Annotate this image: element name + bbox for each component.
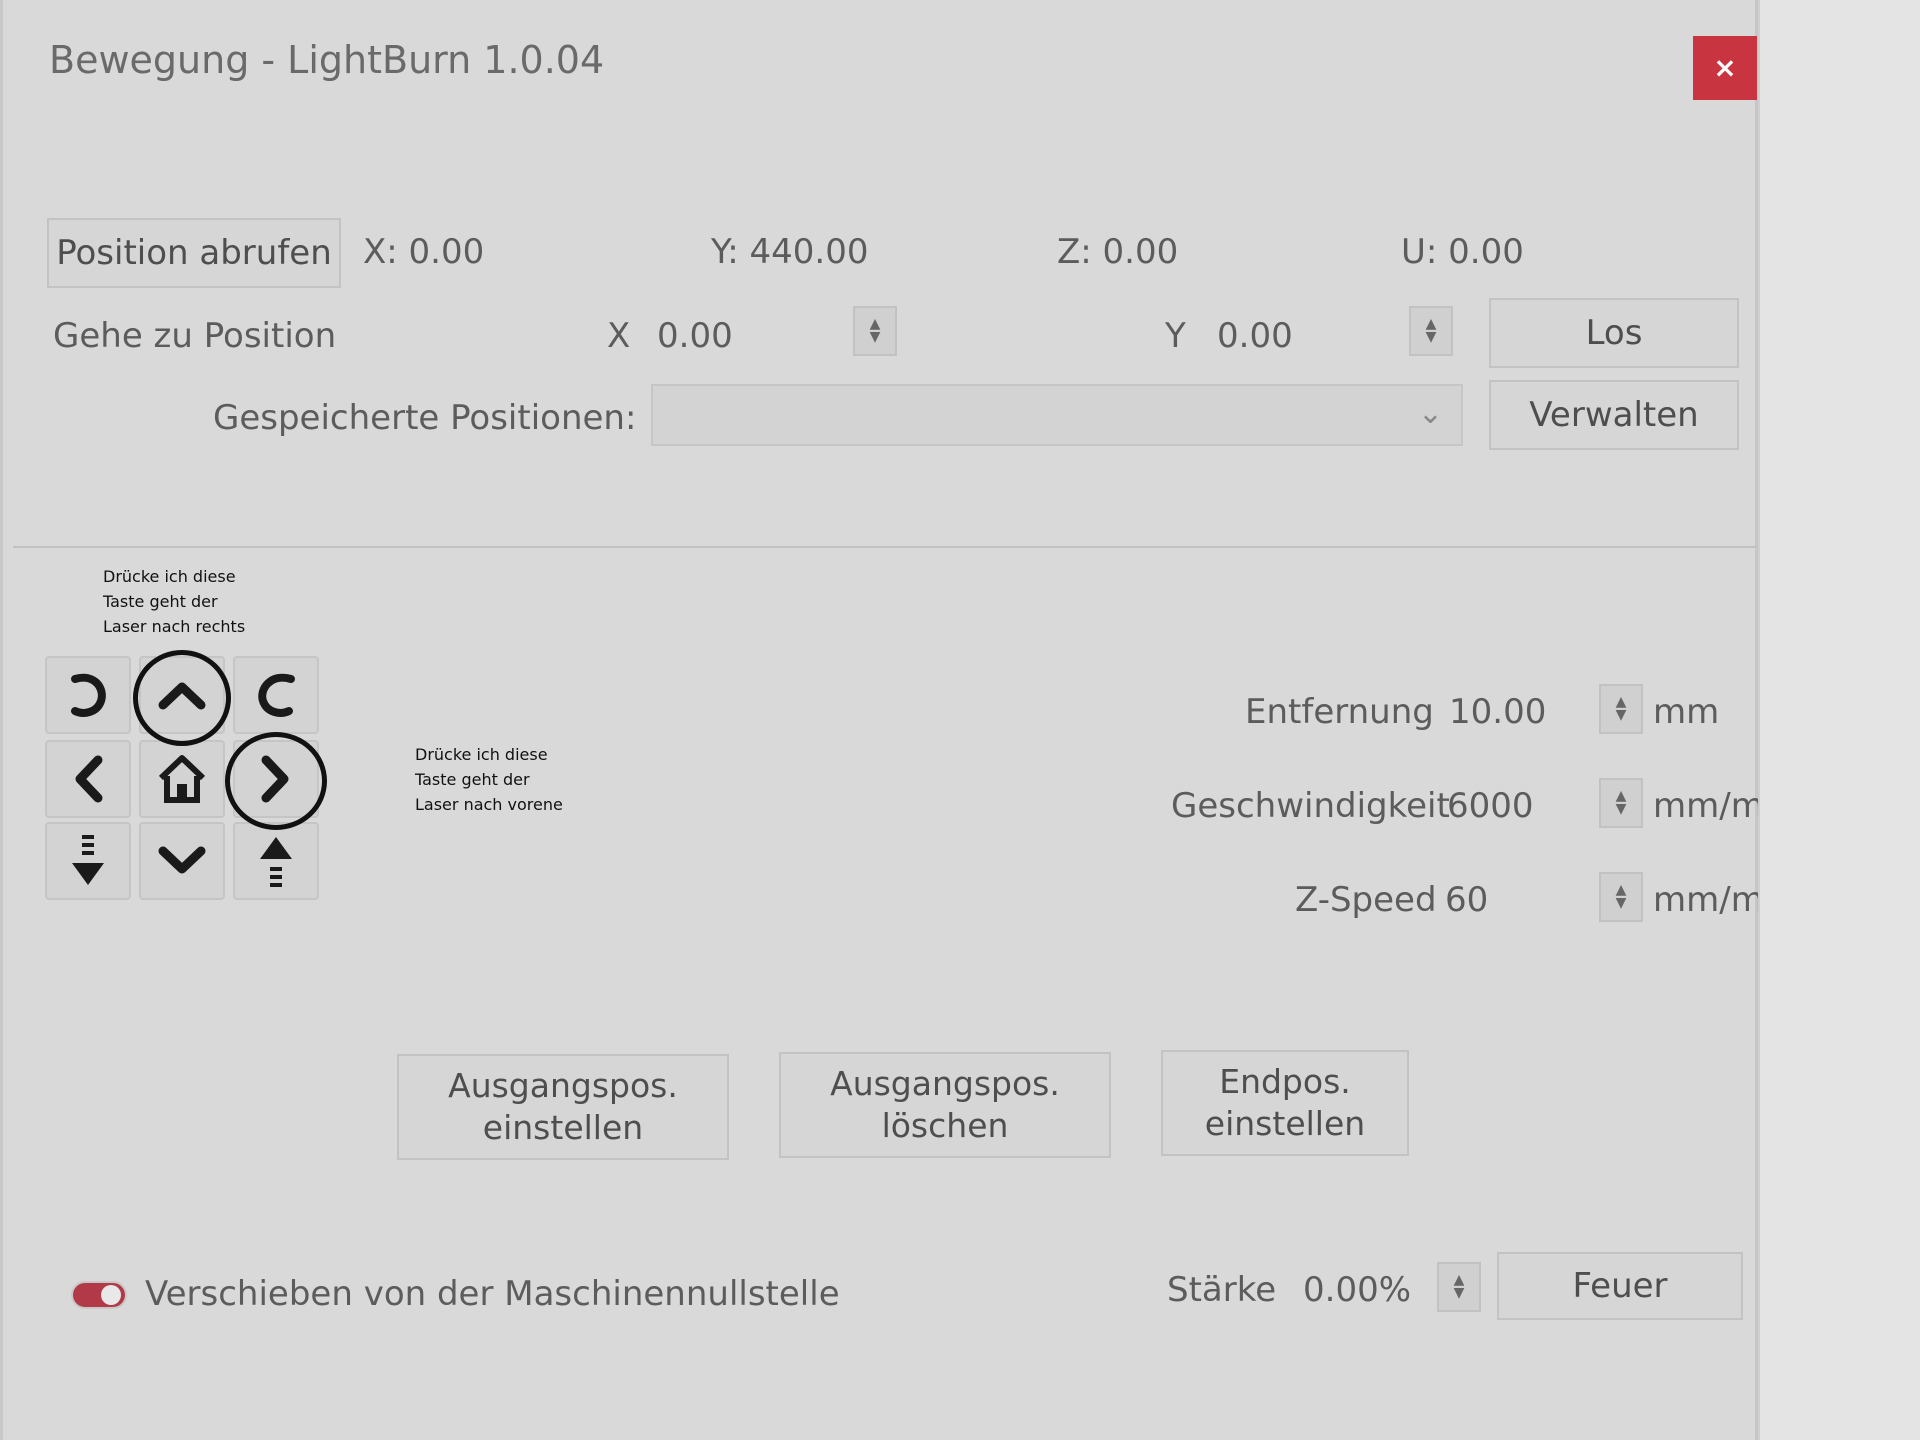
- position-z-readout: Z: 0.00: [1057, 232, 1179, 272]
- speed-label: Geschwindigkeit: [1171, 786, 1450, 826]
- rotate-cw-button[interactable]: [233, 656, 319, 734]
- annotation-circle-right: [225, 732, 327, 830]
- toggle-knob: [101, 1285, 121, 1305]
- goto-x-field[interactable]: 0.00: [657, 316, 733, 356]
- goto-x-spinner[interactable]: ▲ ▼: [853, 306, 897, 356]
- position-x-readout: X: 0.00: [363, 232, 485, 272]
- power-spinner[interactable]: ▲ ▼: [1437, 1262, 1481, 1312]
- fire-button[interactable]: Feuer: [1497, 1252, 1743, 1320]
- zspeed-field[interactable]: 60: [1445, 880, 1488, 920]
- go-button[interactable]: Los: [1489, 298, 1739, 368]
- move-window: Bewegung - LightBurn 1.0.04 × Position a…: [0, 0, 1764, 1440]
- annotation-up-text: Drücke ich diese Taste geht der Laser na…: [103, 567, 246, 636]
- set-origin-button[interactable]: Ausgangspos. einstellen: [397, 1054, 729, 1160]
- home-icon: [158, 755, 206, 803]
- spin-down-icon[interactable]: ▼: [1616, 708, 1627, 722]
- zspeed-label: Z-Speed: [1295, 880, 1437, 920]
- machine-zero-toggle[interactable]: [71, 1281, 127, 1309]
- get-position-button[interactable]: Position abrufen: [47, 218, 341, 288]
- spin-down-icon[interactable]: ▼: [1454, 1286, 1465, 1300]
- goto-y-field[interactable]: 0.00: [1217, 316, 1293, 356]
- clear-origin-button[interactable]: Ausgangspos. löschen: [779, 1052, 1111, 1158]
- position-y-readout: Y: 440.00: [711, 232, 869, 272]
- zspeed-spinner[interactable]: ▲ ▼: [1599, 872, 1643, 922]
- spin-down-icon[interactable]: ▼: [1616, 896, 1627, 910]
- goto-x-label: X: [607, 316, 631, 356]
- distance-unit: mm: [1653, 692, 1720, 732]
- window-title: Bewegung - LightBurn 1.0.04: [49, 38, 605, 82]
- goto-y-spinner[interactable]: ▲ ▼: [1409, 306, 1453, 356]
- speed-field[interactable]: 6000: [1447, 786, 1534, 826]
- distance-label: Entfernung: [1245, 692, 1434, 732]
- section-divider: [13, 546, 1758, 548]
- jog-down-button[interactable]: [139, 822, 225, 900]
- manage-button[interactable]: Verwalten: [1489, 380, 1739, 450]
- background-panel: [1758, 0, 1920, 1440]
- z-down-button[interactable]: [45, 822, 131, 900]
- z-up-button[interactable]: [233, 822, 319, 900]
- set-finish-button[interactable]: Endpos. einstellen: [1161, 1050, 1409, 1156]
- arrow-left-icon: [75, 755, 103, 803]
- saved-positions-select[interactable]: ⌄: [651, 384, 1463, 446]
- arrow-down-icon: [158, 846, 206, 874]
- rotate-ccw-button[interactable]: [45, 656, 131, 734]
- chevron-down-icon: ⌄: [1417, 396, 1443, 431]
- distance-spinner[interactable]: ▲ ▼: [1599, 684, 1643, 734]
- rotate-cw-icon: [258, 673, 295, 717]
- power-label: Stärke: [1167, 1270, 1277, 1310]
- saved-positions-label: Gespeicherte Positionen:: [213, 398, 637, 438]
- rotate-ccw-icon: [71, 673, 106, 717]
- spin-down-icon[interactable]: ▼: [870, 330, 881, 344]
- annotation-circle-up: [133, 650, 231, 746]
- power-field[interactable]: 0.00%: [1303, 1270, 1411, 1310]
- annotation-right-text: Drücke ich diese Taste geht der Laser na…: [415, 745, 563, 814]
- speed-unit: mm/m: [1653, 786, 1764, 826]
- home-button[interactable]: [139, 740, 225, 818]
- zspeed-unit: mm/m: [1653, 880, 1764, 920]
- machine-zero-label: Verschieben von der Maschinennullstelle: [145, 1274, 840, 1314]
- goto-label: Gehe zu Position: [53, 316, 337, 356]
- position-u-readout: U: 0.00: [1401, 232, 1524, 272]
- jog-left-button[interactable]: [45, 740, 131, 818]
- close-button[interactable]: ×: [1693, 36, 1757, 100]
- distance-field[interactable]: 10.00: [1449, 692, 1546, 732]
- goto-y-label: Y: [1165, 316, 1186, 356]
- spin-down-icon[interactable]: ▼: [1426, 330, 1437, 344]
- z-down-icon: [72, 835, 104, 885]
- speed-spinner[interactable]: ▲ ▼: [1599, 778, 1643, 828]
- spin-down-icon[interactable]: ▼: [1616, 802, 1627, 816]
- z-up-icon: [260, 837, 292, 887]
